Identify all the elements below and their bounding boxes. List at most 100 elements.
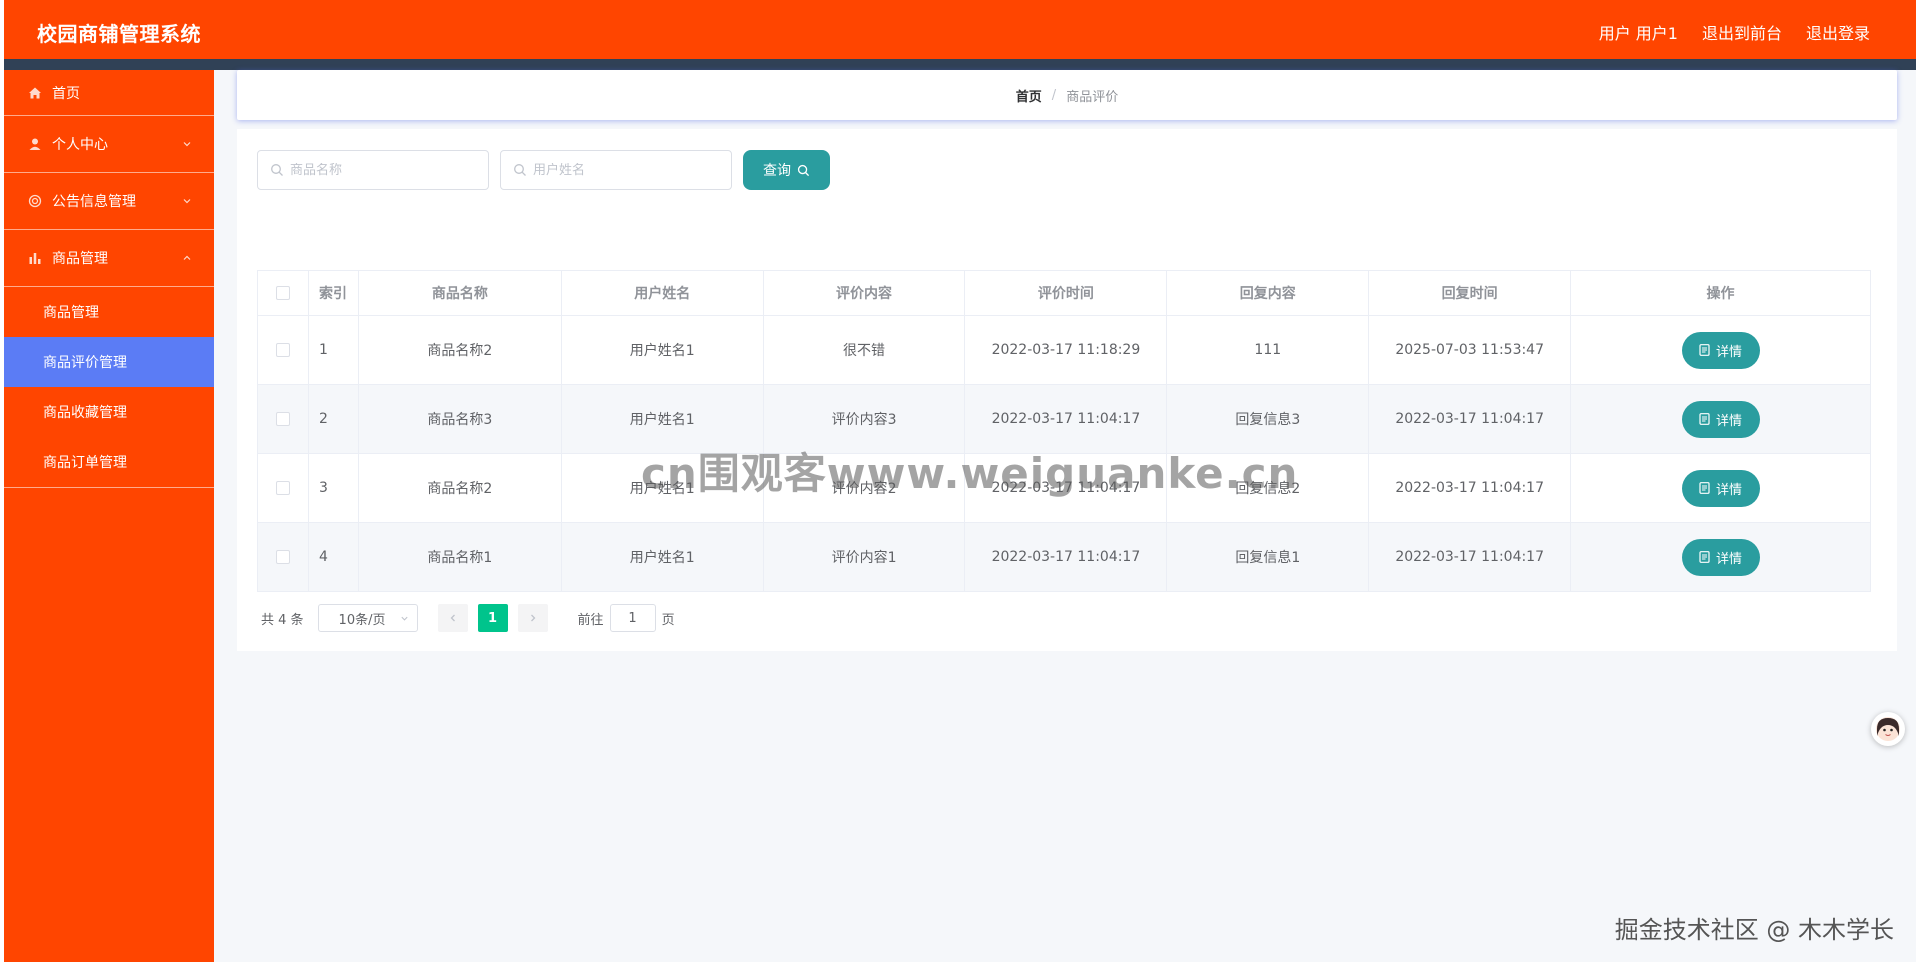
pagination-total: 共 4 条 (261, 612, 304, 628)
sidebar-item-home[interactable]: 首页 (4, 70, 214, 116)
review-table: 索引 商品名称 用户姓名 评价内容 评价时间 回复内容 回复时间 操作 1 商品… (257, 270, 1871, 592)
prev-page-button[interactable] (437, 604, 468, 632)
sidebar-item-label: 个人中心 (52, 137, 108, 153)
cell-product: 商品名称3 (358, 384, 562, 454)
query-button[interactable]: 查询 (743, 150, 830, 190)
search-bar: 查询 (257, 150, 830, 190)
pagination: 共 4 条 10条/页 1 前往 页 (261, 604, 675, 632)
detail-button-label: 详情 (1716, 344, 1743, 360)
column-header: 索引 (308, 270, 359, 316)
row-select-cell (257, 453, 309, 523)
breadcrumb-home[interactable]: 首页 (1016, 86, 1042, 105)
next-page-button[interactable] (517, 604, 548, 632)
goto-page-input[interactable] (609, 604, 656, 632)
cell-reply-time: 2025-07-03 11:53:47 (1368, 315, 1572, 385)
app-frame: 校园商铺管理系统 用户 用户1 退出到前台 退出登录 首页 个人中心 公告信息管 (4, 0, 1916, 962)
cell-user: 用户姓名1 (561, 315, 764, 385)
product-name-field (257, 150, 489, 190)
document-icon (1699, 551, 1710, 563)
cell-content: 很不错 (763, 315, 966, 385)
detail-button[interactable]: 详情 (1681, 400, 1760, 438)
document-icon (1699, 344, 1710, 356)
detail-button[interactable]: 详情 (1681, 331, 1760, 369)
search-icon (514, 164, 526, 176)
page-size-value: 10条/页 (338, 612, 386, 628)
column-header: 评价内容 (763, 270, 966, 316)
user-icon (28, 137, 42, 151)
sidebar-subitem-order-manage[interactable]: 商品订单管理 (4, 437, 214, 487)
header-divider (4, 59, 1916, 70)
table-header-row: 索引 商品名称 用户姓名 评价内容 评价时间 回复内容 回复时间 操作 (257, 270, 1871, 316)
sidebar-item-products[interactable]: 商品管理 (4, 230, 214, 287)
cell-user: 用户姓名1 (561, 522, 764, 592)
chevron-down-icon (400, 616, 408, 621)
cell-user: 用户姓名1 (561, 453, 764, 523)
detail-button[interactable]: 详情 (1681, 538, 1760, 576)
home-icon (28, 86, 42, 100)
goto-prefix: 前往 (577, 612, 604, 628)
table-row: 3 商品名称2 用户姓名1 评价内容2 2022-03-17 11:04:17 … (257, 453, 1871, 523)
user-name-field (500, 150, 732, 190)
cell-reply: 回复信息1 (1166, 522, 1370, 592)
cell-user: 用户姓名1 (561, 384, 764, 454)
breadcrumb-current: 商品评价 (1066, 89, 1119, 105)
cell-content: 评价内容1 (763, 522, 966, 592)
chevron-down-icon (183, 142, 191, 147)
table-row: 4 商品名称1 用户姓名1 评价内容1 2022-03-17 11:04:17 … (257, 522, 1871, 592)
cell-reply-time: 2022-03-17 11:04:17 (1368, 384, 1572, 454)
goto-page: 前往 页 (578, 604, 675, 632)
sidebar-subitem-review-manage[interactable]: 商品评价管理 (4, 337, 214, 387)
row-checkbox[interactable] (275, 550, 290, 564)
cell-time: 2022-03-17 11:04:17 (964, 384, 1168, 454)
cell-reply-time: 2022-03-17 11:04:17 (1368, 522, 1572, 592)
detail-button-label: 详情 (1716, 551, 1743, 567)
chevron-up-icon (183, 255, 191, 260)
cell-index: 4 (308, 522, 359, 592)
breadcrumb-separator: / (1051, 87, 1057, 103)
search-icon (797, 164, 810, 176)
table-row: 1 商品名称2 用户姓名1 很不错 2022-03-17 11:18:29 11… (257, 315, 1871, 385)
sidebar: 首页 个人中心 公告信息管理 商品管理 商品管理 商品评价管理 商品收藏管理 商… (4, 70, 214, 962)
detail-button[interactable]: 详情 (1681, 469, 1760, 507)
sidebar-subitem-favorite-manage[interactable]: 商品收藏管理 (4, 387, 214, 437)
cell-actions: 详情 (1570, 315, 1871, 385)
page-number-button[interactable]: 1 (477, 604, 508, 632)
cell-product: 商品名称2 (358, 453, 562, 523)
cell-time: 2022-03-17 11:18:29 (964, 315, 1168, 385)
sidebar-item-personal[interactable]: 个人中心 (4, 116, 214, 173)
current-user-label: 用户 用户1 (1598, 24, 1678, 43)
column-header: 评价时间 (964, 270, 1168, 316)
sidebar-item-notice[interactable]: 公告信息管理 (4, 173, 214, 230)
avatar-face-icon (1876, 717, 1900, 741)
cell-actions: 详情 (1570, 522, 1871, 592)
chevron-left-icon (450, 614, 455, 622)
goto-suffix: 页 (661, 612, 675, 628)
cell-time: 2022-03-17 11:04:17 (964, 522, 1168, 592)
table-row: 2 商品名称3 用户姓名1 评价内容3 2022-03-17 11:04:17 … (257, 384, 1871, 454)
row-select-cell (257, 315, 309, 385)
row-select-cell (257, 384, 309, 454)
sidebar-subitem-product-manage[interactable]: 商品管理 (4, 287, 214, 337)
cell-reply-time: 2022-03-17 11:04:17 (1368, 453, 1572, 523)
select-all-cell (257, 270, 309, 316)
page-size-select[interactable]: 10条/页 (317, 604, 418, 632)
user-name-input[interactable] (533, 162, 713, 178)
select-all-checkbox[interactable] (275, 286, 290, 300)
product-submenu: 商品管理 商品评价管理 商品收藏管理 商品订单管理 (4, 287, 214, 488)
document-icon (1699, 482, 1710, 494)
row-checkbox[interactable] (275, 481, 290, 495)
cell-reply: 回复信息3 (1166, 384, 1370, 454)
cell-time: 2022-03-17 11:04:17 (964, 453, 1168, 523)
cell-actions: 详情 (1570, 384, 1871, 454)
exit-to-front-link[interactable]: 退出到前台 (1702, 20, 1782, 44)
assistant-avatar[interactable] (1871, 712, 1905, 746)
row-checkbox[interactable] (275, 412, 290, 426)
product-name-input[interactable] (290, 162, 470, 178)
cell-reply: 111 (1166, 315, 1370, 385)
cell-index: 1 (308, 315, 359, 385)
row-checkbox[interactable] (275, 343, 290, 357)
logout-link[interactable]: 退出登录 (1806, 20, 1870, 44)
detail-button-label: 详情 (1716, 482, 1743, 498)
content-card: 查询 索引 商品名称 用户姓名 评价内容 评价时间 回复内容 回复时间 操作 (237, 129, 1897, 651)
search-icon (271, 164, 283, 176)
